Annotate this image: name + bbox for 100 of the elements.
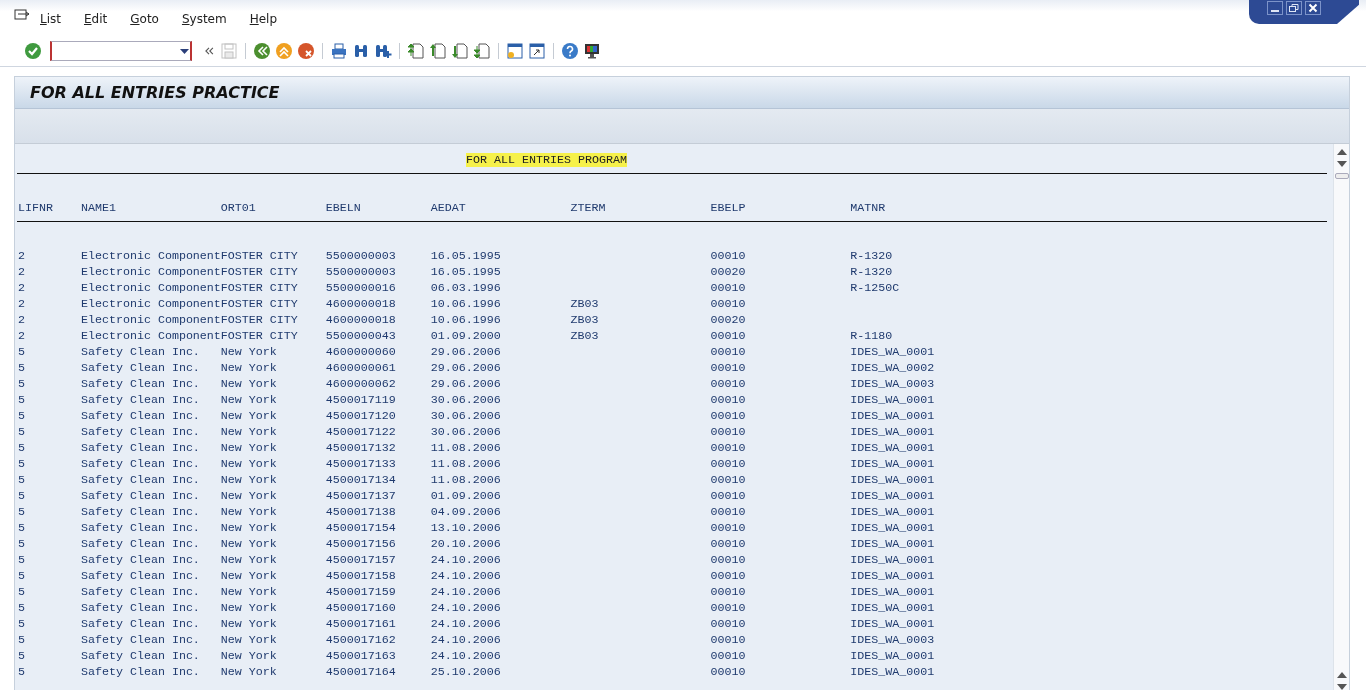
last-page-icon[interactable]	[473, 42, 491, 60]
table-cell-text: 00020	[710, 264, 747, 280]
table-cell-text: 4600000018	[325, 296, 397, 312]
print-icon[interactable]	[330, 42, 348, 60]
column-header: NAME1	[80, 200, 117, 216]
table-cell-text: 29.06.2006	[430, 360, 502, 376]
scroll-up-icon[interactable]	[1336, 672, 1347, 678]
table-cell-text: New York	[220, 456, 278, 472]
table-cell: Electronic Component	[80, 280, 221, 296]
table-cell-text: 5500000043	[325, 328, 397, 344]
command-field[interactable]	[50, 41, 192, 61]
monitor-icon[interactable]	[583, 42, 601, 60]
table-cell-text: New York	[220, 600, 278, 616]
table-cell-text: IDES_WA_0001	[850, 392, 936, 408]
table-cell-text: 4500017160	[325, 600, 397, 616]
table-cell-text: 29.06.2006	[430, 376, 502, 392]
previous-page-icon[interactable]	[429, 42, 447, 60]
table-cell-text: 00010	[710, 648, 747, 664]
menu-item[interactable]: Edit	[84, 12, 108, 26]
table-cell-text: 4500017120	[325, 408, 397, 424]
first-page-icon[interactable]	[407, 42, 425, 60]
table-cell-text: 4600000061	[325, 360, 397, 376]
table-cell-text: 00010	[710, 488, 747, 504]
table-cell-text: 00010	[710, 392, 747, 408]
minimize-icon[interactable]	[1267, 1, 1283, 15]
table-cell-text: 24.10.2006	[430, 632, 502, 648]
table-cell-text: New York	[220, 408, 278, 424]
table-cell-text: IDES_WA_0001	[850, 568, 936, 584]
new-window-icon[interactable]	[506, 42, 524, 60]
table-cell-text: 00010	[710, 472, 747, 488]
table-cell-text: 4500017157	[325, 552, 397, 568]
table-cell-text: 2	[18, 296, 26, 312]
table-cell-text: 5	[18, 472, 26, 488]
next-page-icon[interactable]	[451, 42, 469, 60]
table-cell-text: 5	[18, 600, 26, 616]
table-cell-text: 30.06.2006	[430, 424, 502, 440]
table-cell-text: 00010	[710, 504, 747, 520]
table-cell-text: Safety Clean Inc.	[80, 488, 201, 504]
table-cell-text: 00020	[710, 312, 747, 328]
table-cell-text: FOSTER CITY	[220, 312, 299, 328]
shortcut-icon[interactable]	[528, 42, 546, 60]
table-cell-text: 5	[18, 488, 26, 504]
list-heading: FOR ALL ENTRIES PROGRAM	[466, 153, 627, 167]
table-cell-text: 2	[18, 328, 26, 344]
table-cell-text: 4500017163	[325, 648, 397, 664]
back-icon[interactable]	[253, 42, 271, 60]
caret-icon[interactable]	[180, 48, 189, 54]
table-cell-text: Safety Clean Inc.	[80, 616, 201, 632]
table-cell-text: IDES_WA_0001	[850, 488, 936, 504]
table-cell-text: 11.08.2006	[430, 440, 502, 456]
table-cell-text: 4500017134	[325, 472, 397, 488]
table-cell-text: New York	[220, 472, 278, 488]
close-icon[interactable]	[1305, 1, 1321, 15]
scroll-down-icon[interactable]	[1336, 161, 1347, 167]
table-cell-text: 5	[18, 664, 26, 680]
table-cell-text: New York	[220, 360, 278, 376]
table-cell-text: IDES_WA_0001	[850, 440, 936, 456]
menu-item[interactable]: Goto	[130, 12, 159, 26]
table-cell-text: 2	[18, 280, 26, 296]
table-cell-text: 00010	[710, 456, 747, 472]
table-cell-text: 00010	[710, 616, 747, 632]
table-cell-text: 00010	[710, 536, 747, 552]
table-cell-text: 24.10.2006	[430, 568, 502, 584]
menu-item[interactable]: System	[181, 12, 227, 26]
table-cell-text: 2	[18, 248, 26, 264]
table-cell-text: New York	[220, 344, 278, 360]
scroll-up-icon[interactable]	[1336, 149, 1347, 155]
table-cell-text: Safety Clean Inc.	[80, 424, 201, 440]
column-header: EBELP	[710, 200, 747, 216]
table-cell-text: Safety Clean Inc.	[80, 440, 201, 456]
restore-icon[interactable]	[1286, 1, 1302, 15]
vertical-scrollbar[interactable]	[1333, 144, 1349, 690]
scroll-thumb[interactable]	[1334, 173, 1349, 179]
help-icon[interactable]	[561, 42, 579, 60]
table-cell-text: IDES_WA_0001	[850, 472, 936, 488]
column-header: MATNR	[850, 200, 887, 216]
menu-item[interactable]: List	[40, 12, 61, 26]
table-cell-text: 11.08.2006	[430, 472, 502, 488]
table-cell-text: Safety Clean Inc.	[80, 552, 201, 568]
cancel-icon[interactable]	[297, 42, 315, 60]
table-cell-text: Safety Clean Inc.	[80, 344, 201, 360]
table-cell-text: 00010	[710, 568, 747, 584]
table-cell-text: 4500017132	[325, 440, 397, 456]
table-cell-text: 4500017138	[325, 504, 397, 520]
table-cell-text: Safety Clean Inc.	[80, 408, 201, 424]
table-cell-text: 04.09.2006	[430, 504, 502, 520]
table-cell-text: IDES_WA_0003	[850, 632, 936, 648]
table-cell-text: 10.06.1996	[430, 296, 502, 312]
checkmark-icon[interactable]	[24, 42, 42, 60]
table-cell-text: 5500000003	[325, 248, 397, 264]
table-cell-text: 00010	[710, 664, 747, 680]
table-cell-text: 5	[18, 360, 26, 376]
table-cell: Electronic Component	[80, 312, 221, 328]
menu-item[interactable]: Help	[249, 12, 278, 26]
table-cell-text: 00010	[710, 344, 747, 360]
scroll-down-icon[interactable]	[1336, 684, 1347, 690]
table-cell-text: Safety Clean Inc.	[80, 520, 201, 536]
table-cell-text: 24.10.2006	[430, 616, 502, 632]
table-cell-text: 5500000016	[325, 280, 397, 296]
system-menu-icon[interactable]	[14, 9, 30, 23]
